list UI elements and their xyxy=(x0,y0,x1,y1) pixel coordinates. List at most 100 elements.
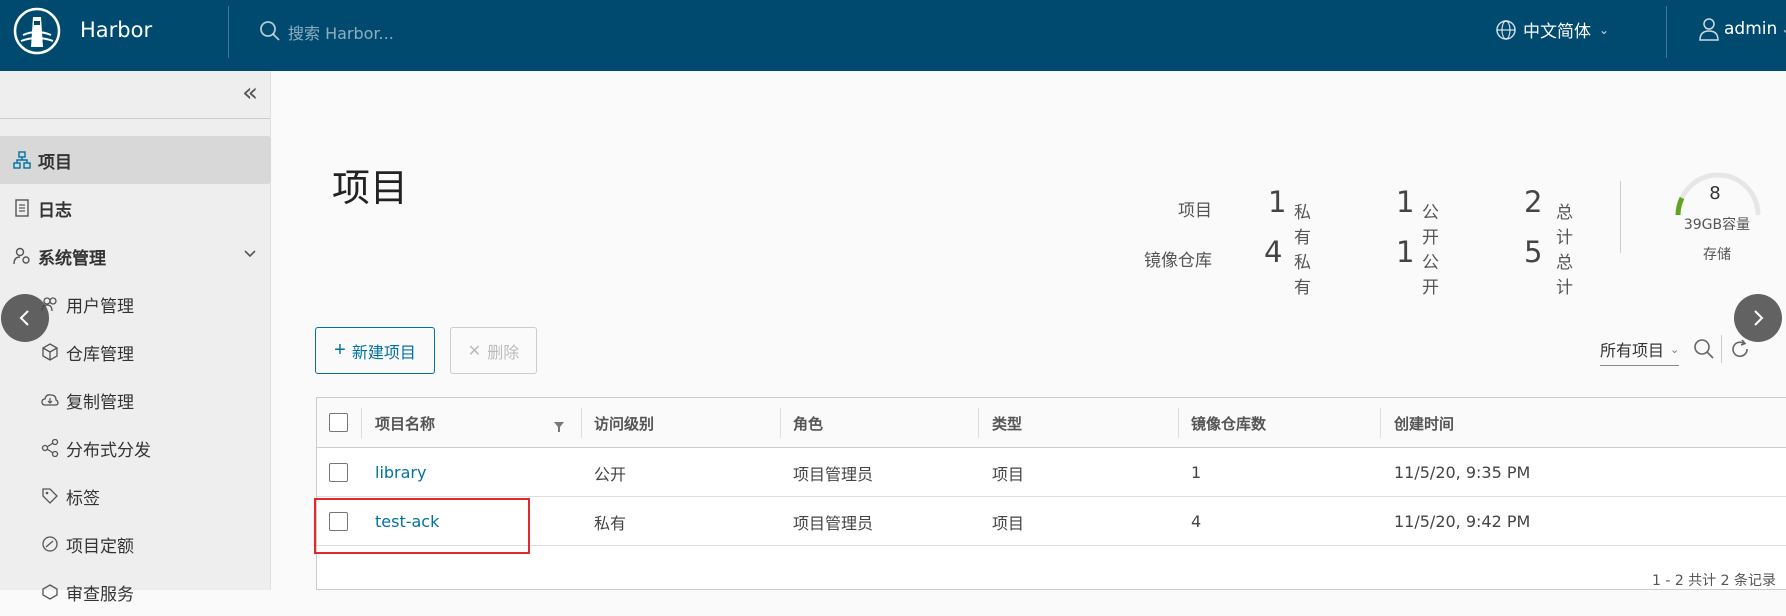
harbor-logo[interactable] xyxy=(13,7,61,55)
interrogation-icon xyxy=(40,582,60,602)
select-all-checkbox[interactable] xyxy=(329,413,348,432)
column-header-role[interactable]: 角色 xyxy=(793,398,823,448)
table-row: library 公开 项目管理员 项目 1 11/5/20, 9:35 PM xyxy=(317,448,1786,497)
projects-total-count: 2 xyxy=(1524,185,1543,219)
log-icon xyxy=(12,198,32,218)
table-header: 项目名称 访问级别 角色 类型 镜像仓库数 创建时间 xyxy=(317,398,1786,448)
storage-number: 8 xyxy=(1709,183,1721,204)
language-selector[interactable]: 中文简体 ⌄ xyxy=(1495,17,1609,42)
role-cell: 项目管理员 xyxy=(793,464,874,484)
search-input[interactable] xyxy=(286,22,586,44)
column-separator xyxy=(780,408,781,438)
sidebar-item-projects[interactable]: 项目 xyxy=(0,136,271,184)
chevron-down-icon xyxy=(243,246,257,266)
page-title: 项目 xyxy=(332,166,409,210)
table-row: test-ack 私有 项目管理员 项目 4 11/5/20, 9:42 PM xyxy=(317,497,1786,546)
carousel-next-button[interactable] xyxy=(1734,294,1782,342)
column-separator xyxy=(1380,408,1381,438)
created-cell: 11/5/20, 9:35 PM xyxy=(1394,463,1531,482)
project-name-link[interactable]: library xyxy=(375,463,426,482)
repo-count-cell: 1 xyxy=(1191,463,1202,482)
sidebar-item-label: 项目定额 xyxy=(66,536,134,557)
sidebar-item-label: 标签 xyxy=(66,488,100,509)
repos-stat-label: 镜像仓库 xyxy=(1144,251,1212,271)
sidebar-item-replications[interactable]: 复制管理 xyxy=(0,376,271,424)
sidebar-item-quotas[interactable]: 项目定额 xyxy=(0,520,271,568)
repos-public-count: 1 xyxy=(1396,235,1415,269)
total-label: 总计 xyxy=(1556,253,1573,298)
search-icon xyxy=(258,19,282,47)
sidebar-item-logs[interactable]: 日志 xyxy=(0,184,271,232)
project-name-link[interactable]: test-ack xyxy=(375,512,439,531)
stats-divider xyxy=(1620,181,1621,253)
column-separator xyxy=(581,408,582,438)
toolbar-divider xyxy=(1721,335,1722,363)
pagination-summary: 1 - 2 共计 2 条记录 xyxy=(1651,573,1776,589)
sidebar-item-label: 用户管理 xyxy=(66,296,134,317)
header-divider xyxy=(228,6,229,58)
column-header-name[interactable]: 项目名称 xyxy=(375,398,435,448)
private-label: 私有 xyxy=(1294,203,1311,248)
sidebar-item-labels[interactable]: 标签 xyxy=(0,472,271,520)
projects-table: 项目名称 访问级别 角色 类型 镜像仓库数 创建时间 library 公开 项目… xyxy=(316,397,1786,590)
header-divider xyxy=(1666,6,1667,58)
sidebar-item-label: 项目 xyxy=(38,152,72,173)
project-filter-select[interactable]: 所有项目 ⌄ xyxy=(1600,337,1680,366)
new-project-label: 新建项目 xyxy=(351,344,416,362)
project-icon xyxy=(12,150,32,170)
chevron-down-icon: ⌄ xyxy=(1599,22,1610,37)
access-cell: 公开 xyxy=(594,464,627,484)
filter-selected-value: 所有项目 xyxy=(1600,341,1665,360)
row-checkbox[interactable] xyxy=(329,463,348,482)
projects-public-count: 1 xyxy=(1396,185,1415,219)
language-label: 中文简体 xyxy=(1523,22,1591,42)
brand-name[interactable]: Harbor xyxy=(80,18,152,42)
chevron-right-icon xyxy=(1754,310,1764,326)
quota-icon xyxy=(40,534,60,554)
global-search[interactable] xyxy=(258,19,586,47)
distribution-icon xyxy=(40,438,60,458)
carousel-prev-button[interactable] xyxy=(1,294,49,342)
created-cell: 11/5/20, 9:42 PM xyxy=(1394,512,1531,531)
chevron-down-icon: ⌄ xyxy=(1781,22,1786,36)
filter-icon[interactable] xyxy=(553,418,565,437)
sidebar-item-distribution[interactable]: 分布式分发 xyxy=(0,424,271,472)
admin-icon xyxy=(12,246,32,266)
project-name-cell: test-ack xyxy=(375,497,439,546)
new-project-button[interactable]: + 新建项目 xyxy=(315,327,435,374)
sidebar-item-label: 复制管理 xyxy=(66,392,134,413)
storage-capacity: 39GB容量 xyxy=(1683,217,1751,233)
collapse-sidebar-icon[interactable]: « xyxy=(242,80,258,106)
row-checkbox[interactable] xyxy=(329,512,348,531)
type-cell: 项目 xyxy=(992,464,1025,484)
top-header: Harbor 中文简体 ⌄ admin ⌄ xyxy=(0,0,1786,71)
plus-icon: + xyxy=(334,339,346,361)
access-cell: 私有 xyxy=(594,513,627,533)
delete-label: 删除 xyxy=(487,344,520,362)
projects-private-count: 1 xyxy=(1268,185,1287,219)
main-content: 项目 项目 1 私有 1 公开 2 总计 镜像仓库 4 私有 1 公开 5 总计… xyxy=(272,71,1786,590)
role-cell: 项目管理员 xyxy=(793,513,874,533)
user-menu[interactable]: admin ⌄ xyxy=(1698,17,1786,41)
repo-count-cell: 4 xyxy=(1191,512,1202,531)
column-header-created[interactable]: 创建时间 xyxy=(1394,398,1454,448)
column-header-access[interactable]: 访问级别 xyxy=(594,398,654,448)
column-header-type[interactable]: 类型 xyxy=(992,398,1022,448)
column-separator xyxy=(978,408,979,438)
sidebar-collapse-bar: « xyxy=(0,71,270,119)
search-icon[interactable] xyxy=(1692,337,1716,365)
refresh-icon[interactable] xyxy=(1728,337,1752,365)
repos-private-count: 4 xyxy=(1264,235,1283,269)
username-label: admin xyxy=(1724,19,1778,39)
sidebar-item-label: 日志 xyxy=(38,200,72,221)
column-separator xyxy=(1178,408,1179,438)
sidebar-item-label: 仓库管理 xyxy=(66,344,134,365)
column-header-repo-count[interactable]: 镜像仓库数 xyxy=(1191,398,1266,448)
project-name-cell: library xyxy=(375,448,426,497)
delete-button[interactable]: ✕ 删除 xyxy=(450,327,537,374)
sidebar-item-admin[interactable]: 系统管理 xyxy=(0,232,271,280)
sidebar-item-label: 系统管理 xyxy=(38,248,106,269)
sidebar-item-interrogation[interactable]: 审查服务 xyxy=(0,568,271,616)
storage-label: 存储 xyxy=(1703,247,1731,263)
projects-stat-label: 项目 xyxy=(1178,201,1212,221)
